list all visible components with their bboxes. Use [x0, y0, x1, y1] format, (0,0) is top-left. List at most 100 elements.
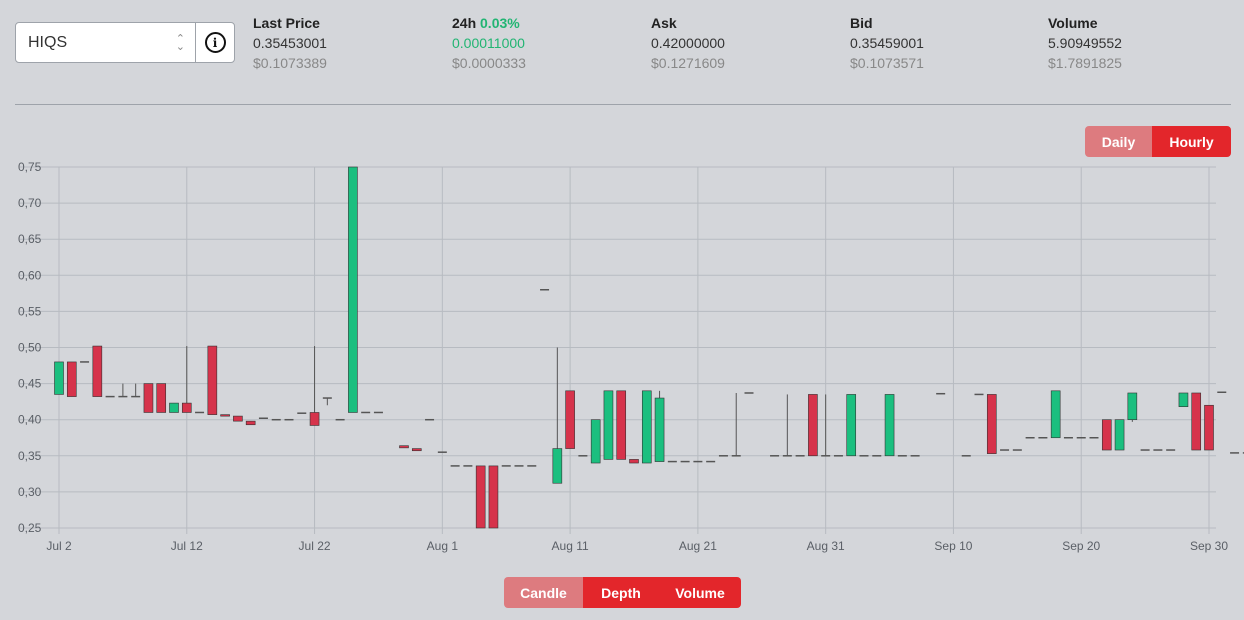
stat-value: 0.35459001	[850, 35, 924, 51]
candle	[488, 465, 499, 529]
x-tick-label: Aug 11	[552, 539, 589, 553]
stat-change-percent: 0.03%	[480, 15, 520, 31]
x-tick-label: Aug 1	[427, 539, 459, 553]
candle	[552, 347, 563, 484]
y-axis: 0,25 0,30 0,35 0,40 0,45 0,50 0,55 0,60 0,65 0,70…	[18, 160, 42, 535]
symbol-select[interactable]: HIQS ⌃ ⌄	[16, 23, 196, 62]
candle-body	[616, 390, 627, 460]
candle-body	[233, 415, 243, 422]
candle-body	[1178, 392, 1189, 408]
candle	[475, 465, 486, 529]
candle	[884, 394, 895, 457]
candle-body	[846, 394, 857, 457]
x-tick-label: Jul 2	[46, 539, 72, 553]
candle-body	[654, 397, 665, 462]
candle-body	[399, 445, 409, 449]
candle	[54, 361, 64, 395]
candle	[309, 346, 320, 426]
candle	[986, 394, 997, 454]
info-icon: i	[204, 32, 226, 53]
candle-body	[986, 394, 997, 454]
candle	[181, 346, 192, 413]
candle-body	[884, 394, 895, 457]
y-tick-label: 0,30	[18, 485, 42, 499]
candle-button[interactable]: Candle	[504, 577, 583, 608]
candlestick-chart: 0,25 0,30 0,35 0,40 0,45 0,50 0,55 0,60 0,65 0,70…	[18, 160, 1244, 553]
candle	[1101, 419, 1112, 451]
select-arrows-icon: ⌃ ⌄	[175, 32, 185, 53]
candle-body	[1114, 419, 1125, 451]
stat-value: 5.90949552	[1048, 35, 1122, 51]
stat-ask: Ask 0.42000000 $0.1271609	[651, 13, 725, 73]
candle-body	[181, 402, 192, 413]
stat-label: Last Price	[253, 15, 320, 31]
stat-label: 24h	[452, 15, 477, 31]
candle	[808, 394, 818, 457]
candle	[1114, 419, 1125, 451]
y-tick-label: 0,35	[18, 449, 42, 463]
candle	[629, 459, 639, 464]
stat-usd: $0.1073389	[253, 55, 327, 71]
candle	[399, 445, 409, 449]
candle-body	[1191, 392, 1202, 451]
chart-view-toggle: Candle Depth Volume	[504, 577, 741, 608]
candle	[846, 394, 857, 457]
depth-button[interactable]: Depth	[583, 577, 659, 608]
candle	[1191, 392, 1202, 451]
info-button[interactable]: i	[196, 23, 234, 62]
candle	[92, 345, 103, 397]
stat-24h: 24h 0.03% 0.00011000 $0.0000333	[452, 13, 526, 73]
candle-body	[808, 394, 818, 457]
candle-body	[348, 166, 358, 413]
candle-body	[1127, 392, 1138, 420]
candle	[731, 392, 741, 457]
candle	[156, 383, 167, 413]
candle	[220, 414, 230, 417]
stat-usd: $0.0000333	[452, 55, 526, 71]
candle	[118, 383, 128, 398]
candle	[322, 397, 332, 406]
candle	[233, 415, 243, 422]
x-tick-label: Sep 10	[934, 539, 972, 553]
y-tick-label: 0,50	[18, 341, 42, 355]
symbol-box: HIQS ⌃ ⌄ i	[15, 22, 235, 63]
candle-body	[143, 383, 154, 413]
x-tick-label: Jul 22	[299, 539, 331, 553]
header-divider	[15, 104, 1231, 105]
candle	[411, 448, 422, 452]
y-tick-label: 0,75	[18, 160, 42, 174]
volume-button[interactable]: Volume	[659, 577, 741, 608]
candle	[565, 390, 575, 449]
y-tick-label: 0,70	[18, 196, 42, 210]
candle	[590, 419, 601, 464]
symbol-select-value: HIQS	[28, 33, 68, 51]
y-tick-label: 0,65	[18, 232, 42, 246]
candle-body	[1204, 404, 1214, 451]
stat-label: Volume	[1048, 15, 1098, 31]
stat-usd: $0.1073571	[850, 55, 924, 71]
stat-last-price: Last Price 0.35453001 $0.1073389	[253, 13, 327, 73]
candle	[821, 394, 831, 457]
candle	[245, 420, 256, 426]
candle-body	[1050, 390, 1061, 439]
candle-body	[169, 402, 179, 413]
candle-body	[590, 419, 601, 464]
candle-body	[1101, 419, 1112, 451]
candle-body	[565, 390, 575, 449]
x-tick-label: Sep 30	[1190, 539, 1228, 553]
candle	[1178, 392, 1189, 408]
candle	[641, 390, 652, 464]
candle	[1127, 392, 1138, 422]
candle	[1050, 390, 1061, 439]
stat-volume: Volume 5.90949552 $1.7891825	[1048, 13, 1122, 73]
candle-body	[411, 448, 422, 452]
candle-body	[552, 448, 563, 484]
chart-grid	[20, 166, 1216, 534]
stat-label: Ask	[651, 15, 677, 31]
candle	[348, 166, 358, 413]
y-tick-label: 0,25	[18, 521, 42, 535]
x-tick-label: Aug 31	[807, 539, 845, 553]
stat-value: 0.35453001	[253, 35, 327, 51]
candle	[1204, 404, 1214, 451]
candle	[616, 390, 627, 460]
